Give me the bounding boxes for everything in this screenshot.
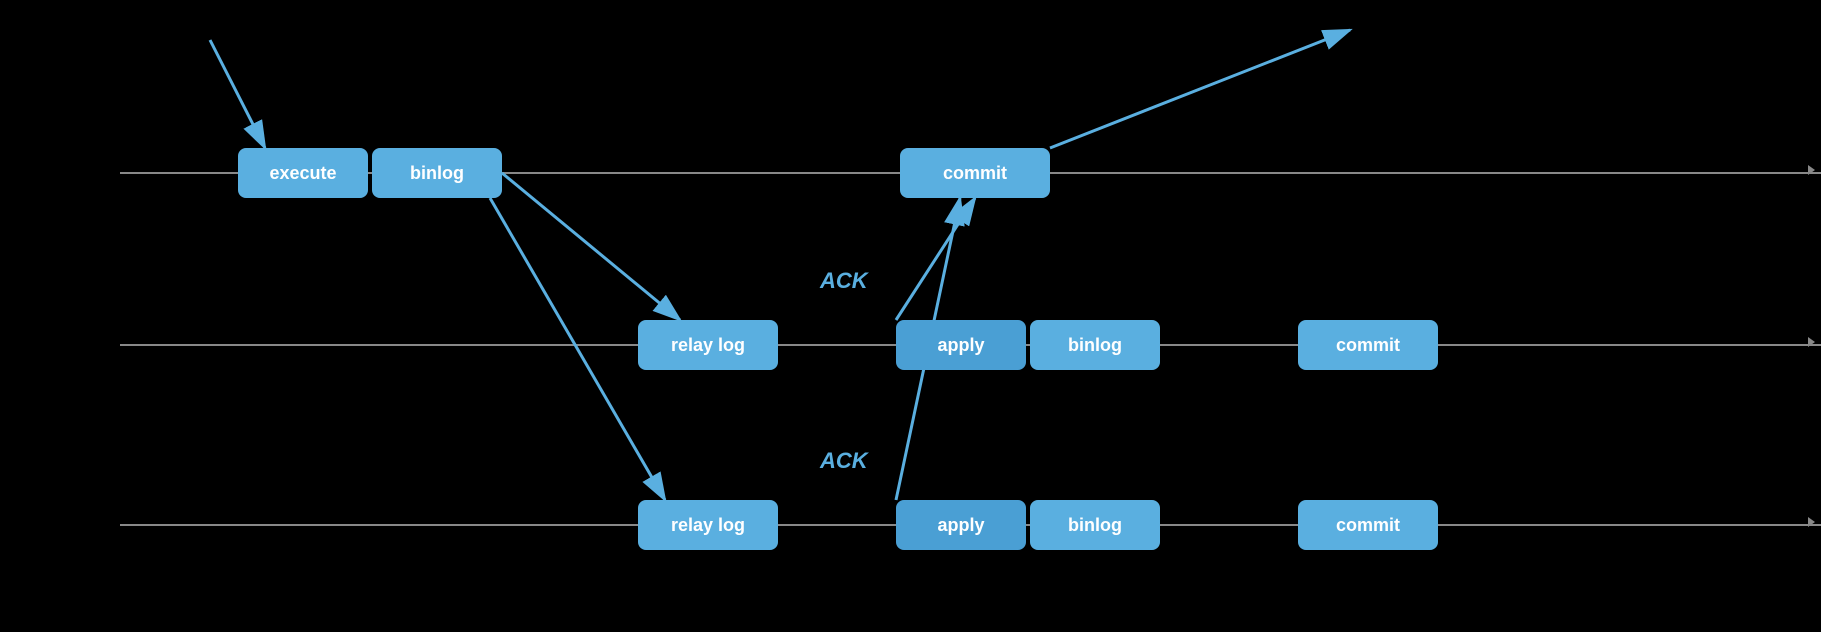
diagram-container: execute binlog commit relay log apply bi…	[0, 0, 1821, 632]
execute-node: execute	[238, 148, 368, 198]
relay-log-node-2: relay log	[638, 320, 778, 370]
relay-log-node-3: relay log	[638, 500, 778, 550]
binlog-node-1: binlog	[372, 148, 502, 198]
binlog-node-3: binlog	[1030, 500, 1160, 550]
commit-node-3: commit	[1298, 500, 1438, 550]
commit-node-1: commit	[900, 148, 1050, 198]
binlog-node-2: binlog	[1030, 320, 1160, 370]
ack-label-1: ACK	[820, 268, 868, 294]
apply-node-3: apply	[896, 500, 1026, 550]
apply-node-2: apply	[896, 320, 1026, 370]
ack-label-2: ACK	[820, 448, 868, 474]
commit-node-2: commit	[1298, 320, 1438, 370]
